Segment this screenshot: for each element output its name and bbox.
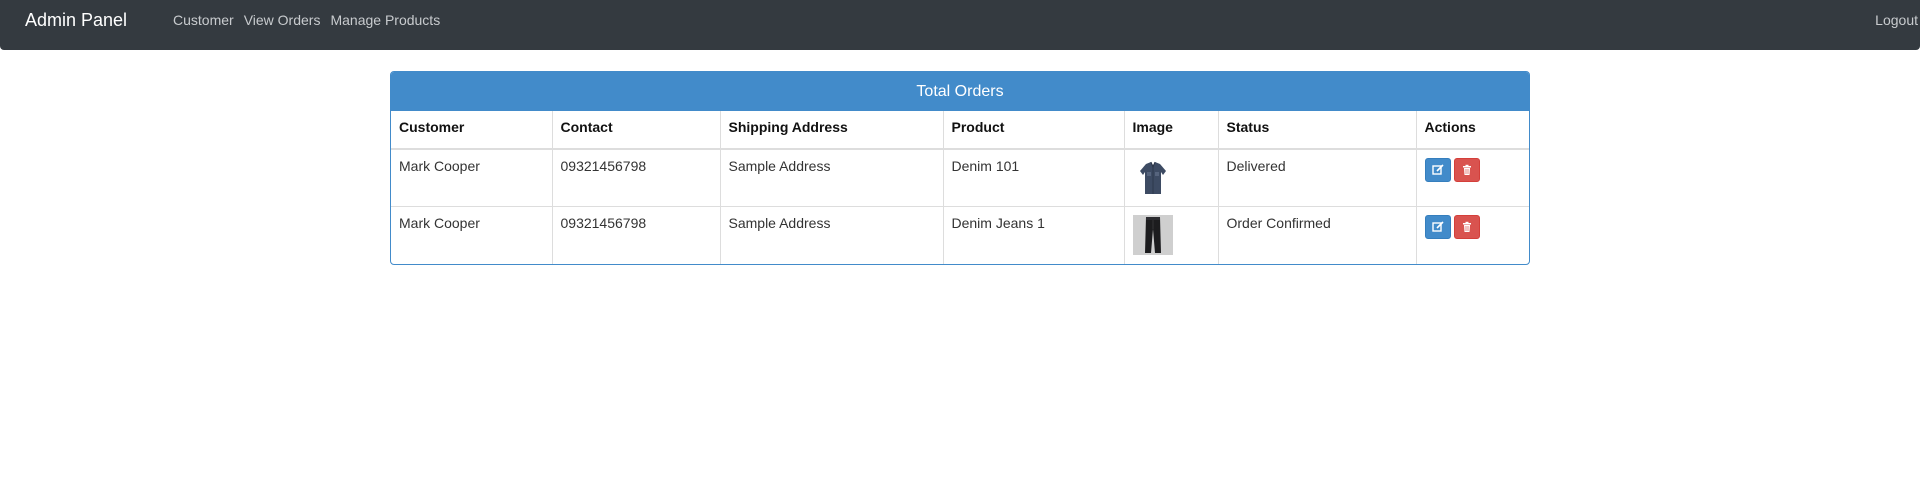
- edit-icon: [1431, 221, 1444, 232]
- column-header-image: Image: [1124, 111, 1219, 150]
- nav-link-customer[interactable]: Customer: [173, 0, 234, 40]
- orders-table: Customer Contact Shipping Address Produc…: [391, 111, 1529, 264]
- trash-icon: [1463, 221, 1472, 232]
- cell-contact: 09321456798: [552, 149, 721, 207]
- denim-shirt-thumbnail: [1132, 158, 1173, 198]
- cell-actions: [1416, 206, 1529, 264]
- cell-customer: Mark Cooper: [391, 206, 553, 264]
- nav-links: Customer View Orders Manage Products: [173, 0, 440, 40]
- trash-icon: [1463, 164, 1472, 175]
- edit-button[interactable]: [1424, 158, 1451, 182]
- cell-address: Sample Address: [720, 206, 944, 264]
- table-header-row: Customer Contact Shipping Address Produc…: [391, 111, 1529, 150]
- cell-status: Order Confirmed: [1218, 206, 1417, 264]
- cell-customer: Mark Cooper: [391, 149, 553, 207]
- brand-link[interactable]: Admin Panel: [25, 0, 127, 40]
- cell-image: [1124, 149, 1219, 207]
- nav-link-view-orders[interactable]: View Orders: [244, 0, 321, 40]
- cell-image: [1124, 206, 1219, 264]
- cell-actions: [1416, 149, 1529, 207]
- cell-status: Delivered: [1218, 149, 1417, 207]
- column-header-shipping-address: Shipping Address: [720, 111, 944, 150]
- cell-address: Sample Address: [720, 149, 944, 207]
- column-header-actions: Actions: [1416, 111, 1529, 150]
- edit-button[interactable]: [1424, 215, 1451, 239]
- orders-panel: Total Orders Customer Contact Shipping A…: [390, 71, 1530, 265]
- delete-button[interactable]: [1454, 215, 1481, 239]
- table-row: Mark Cooper 09321456798 Sample Address D…: [391, 149, 1529, 207]
- cell-product: Denim Jeans 1: [943, 206, 1125, 264]
- cell-contact: 09321456798: [552, 206, 721, 264]
- denim-jeans-thumbnail: [1132, 215, 1173, 255]
- cell-product: Denim 101: [943, 149, 1125, 207]
- column-header-status: Status: [1218, 111, 1417, 150]
- top-navbar: Admin Panel Customer View Orders Manage …: [0, 0, 1920, 50]
- nav-link-manage-products[interactable]: Manage Products: [330, 0, 440, 40]
- column-header-customer: Customer: [391, 111, 553, 150]
- delete-button[interactable]: [1454, 158, 1481, 182]
- column-header-contact: Contact: [552, 111, 721, 150]
- logout-link[interactable]: Logout: [1875, 0, 1918, 40]
- panel-title: Total Orders: [391, 72, 1529, 111]
- table-row: Mark Cooper 09321456798 Sample Address D…: [391, 206, 1529, 264]
- column-header-product: Product: [943, 111, 1125, 150]
- edit-icon: [1431, 164, 1444, 175]
